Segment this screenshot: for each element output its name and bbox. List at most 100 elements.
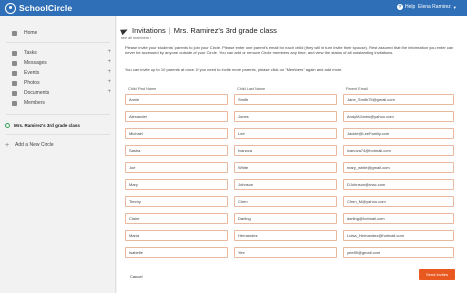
sidebar-item-members[interactable]: Members [0, 98, 116, 108]
last-name-field[interactable]: Chen [234, 196, 337, 207]
email-field[interactable]: ivanova74@hotmail.com [343, 145, 454, 156]
sidebar-item-label: Documents [24, 90, 50, 96]
events-icon [12, 70, 17, 76]
user-name: Elena Ramirez [418, 4, 451, 10]
last-name-field[interactable]: Darling [234, 213, 337, 224]
first-name-field[interactable]: Mary [125, 179, 228, 190]
first-name-field[interactable]: Alexander [125, 111, 228, 122]
sidebar-item-photos[interactable]: Photos + [0, 78, 116, 88]
last-name-field[interactable]: Yee [234, 247, 337, 258]
add-task-icon[interactable]: + [107, 49, 111, 55]
first-name-field[interactable]: Michael [125, 128, 228, 139]
help-link[interactable]: ? Help [397, 4, 415, 10]
page-header: Invitations | Mrs. Ramirez's 3rd grade cla… [120, 26, 277, 35]
sidebar-item-messages[interactable]: Messages + [0, 58, 116, 68]
page-title: Invitations | Mrs. Ramirez's 3rd grade cla… [132, 26, 277, 35]
first-name-field[interactable]: Sasha [125, 145, 228, 156]
last-name-field[interactable]: Smith [234, 94, 337, 105]
main-content: Invitations | Mrs. Ramirez's 3rd grade cla… [117, 16, 467, 293]
invite-row: Sasha Ivanova ivanova74@hotmail.com [125, 145, 454, 158]
page-title-text: Invitations [132, 26, 166, 35]
invite-row: Michael Lee Jackie@LeeFamily.com [125, 128, 454, 141]
sidebar-item-label: Events [24, 70, 40, 76]
email-field[interactable]: AndyMJones@yahoo.com [343, 111, 454, 122]
limit-text: You can invite up to 10 parents at once.… [125, 67, 343, 72]
invite-row: Annie Smith Jane_Smith75@gmail.com [125, 94, 454, 107]
last-name-field[interactable]: White [234, 162, 337, 173]
column-header-first-name: Child First Name [128, 87, 157, 91]
schoolcircle-logo-icon [5, 2, 16, 14]
messages-icon [12, 60, 17, 66]
email-field[interactable]: DJohnson@mac.com [343, 179, 454, 190]
invite-row: Timmy Chen Chen_M@yahoo.com [125, 196, 454, 209]
tasks-icon [12, 50, 17, 56]
send-invites-button[interactable]: Send Invites [419, 269, 455, 280]
home-icon [12, 30, 17, 36]
circle-title: Mrs. Ramirez's 3rd grade class [173, 26, 277, 35]
help-icon: ? [397, 4, 403, 10]
user-menu[interactable]: Elena Ramirez ▼ [418, 4, 457, 10]
sidebar-item-label: Messages [24, 60, 47, 66]
sidebar-divider [6, 42, 110, 43]
sidebar-divider [6, 134, 110, 135]
app-name: SchoolCircle [19, 3, 73, 13]
invite-row: Maria Hernandez Luisa_Hernandez@hotmail.… [125, 230, 454, 243]
email-field[interactable]: mary_white@gmail.com [343, 162, 454, 173]
first-name-field[interactable]: Maria [125, 230, 228, 241]
invite-row: Mary Johnson DJohnson@mac.com [125, 179, 454, 192]
sidebar-item-label: Photos [24, 80, 40, 86]
sidebar-divider [6, 114, 110, 115]
cancel-button[interactable]: Cancel [130, 274, 142, 279]
sidebar-item-label: Home [24, 30, 38, 36]
sidebar-item-home[interactable]: Home [0, 28, 116, 38]
last-name-field[interactable]: Jones [234, 111, 337, 122]
top-bar: SchoolCircle ? Help Elena Ramirez ▼ [0, 0, 467, 16]
chevron-down-icon: ▼ [452, 4, 457, 10]
add-circle-label: Add a New Circle [15, 142, 54, 148]
see-members-link[interactable]: see all members › [121, 36, 151, 40]
first-name-field[interactable]: Timmy [125, 196, 228, 207]
documents-icon [12, 90, 17, 96]
invite-row: Isabelle Yee yee85@gmail.com [125, 247, 454, 260]
column-header-last-name: Child Last Name [237, 87, 266, 91]
email-field[interactable]: yee85@gmail.com [343, 247, 454, 258]
last-name-field[interactable]: Ivanova [234, 145, 337, 156]
invite-row: Claire Darling darling@hotmail.com [125, 213, 454, 226]
sidebar-item-label: Tasks [24, 50, 37, 56]
add-document-icon[interactable]: + [107, 89, 111, 95]
email-field[interactable]: Jackie@LeeFamily.com [343, 128, 454, 139]
sidebar-item-label: Members [24, 100, 45, 106]
circle-name: Mrs. Ramirez's 3rd grade class [14, 122, 80, 128]
plus-icon: + [5, 141, 10, 149]
help-label: Help [405, 4, 416, 10]
last-name-field[interactable]: Johnson [234, 179, 337, 190]
sidebar-item-events[interactable]: Events + [0, 68, 116, 78]
photos-icon [12, 80, 17, 86]
add-circle-button[interactable]: + Add a New Circle [0, 140, 116, 150]
first-name-field[interactable]: Claire [125, 213, 228, 224]
last-name-field[interactable]: Hernandez [234, 230, 337, 241]
add-message-icon[interactable]: + [107, 59, 111, 65]
first-name-field[interactable]: Annie [125, 94, 228, 105]
members-icon [12, 100, 17, 106]
title-separator: | [168, 26, 171, 35]
column-header-email: Parent Email [346, 87, 368, 91]
add-event-icon[interactable]: + [107, 69, 111, 75]
email-field[interactable]: Luisa_Hernandez@hotmail.com [343, 230, 454, 241]
sidebar-item-documents[interactable]: Documents + [0, 88, 116, 98]
first-name-field[interactable]: Joe [125, 162, 228, 173]
intro-text: Please invite your students' parents to … [125, 45, 454, 55]
invite-row: Alexander Jones AndyMJones@yahoo.com [125, 111, 454, 124]
add-photo-icon[interactable]: + [107, 79, 111, 85]
sidebar-circle-item[interactable]: Mrs. Ramirez's 3rd grade class [0, 120, 116, 130]
email-field[interactable]: darling@hotmail.com [343, 213, 454, 224]
first-name-field[interactable]: Isabelle [125, 247, 228, 258]
email-field[interactable]: Chen_M@yahoo.com [343, 196, 454, 207]
circle-icon [5, 122, 10, 128]
sidebar: Home Tasks + Messages + Events + Photos … [0, 16, 116, 293]
email-field[interactable]: Jane_Smith75@gmail.com [343, 94, 454, 105]
app-logo[interactable]: SchoolCircle [5, 2, 72, 14]
last-name-field[interactable]: Lee [234, 128, 337, 139]
sidebar-item-tasks[interactable]: Tasks + [0, 48, 116, 58]
paper-plane-icon [120, 26, 129, 35]
